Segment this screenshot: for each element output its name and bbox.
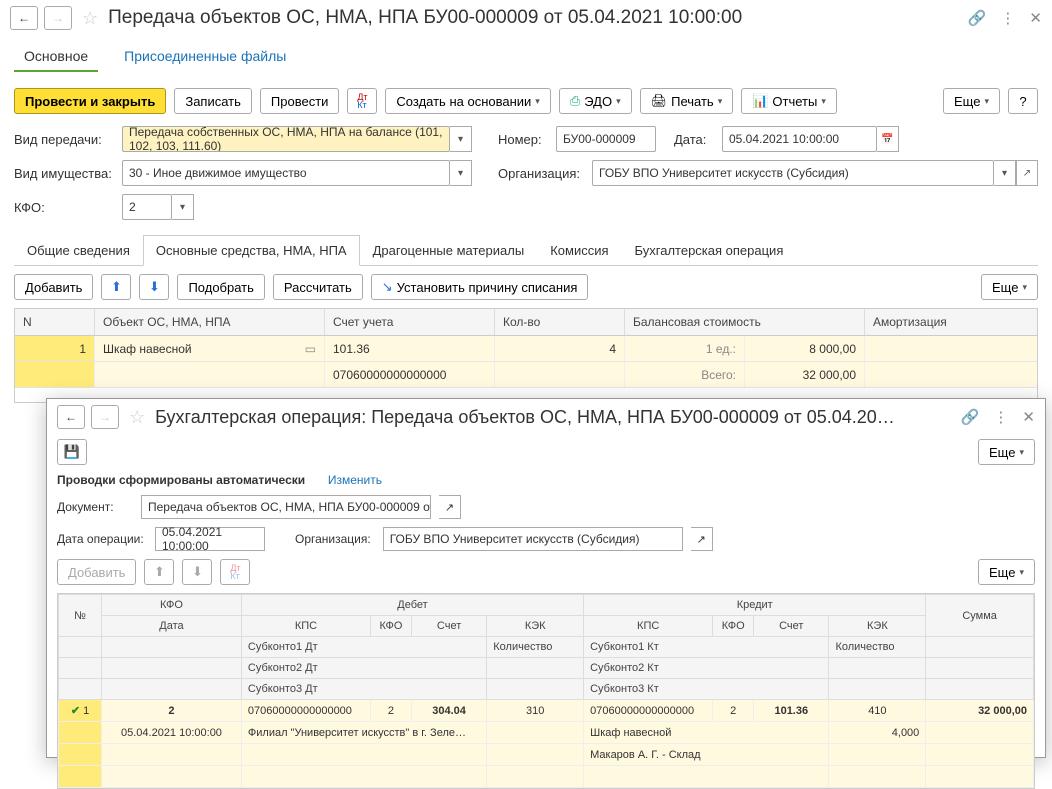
property-type-field[interactable]: 30 - Иное движимое имущество bbox=[122, 160, 450, 186]
sub-save-icon-button[interactable]: 💾 bbox=[57, 439, 87, 465]
sub-add-button: Добавить bbox=[57, 559, 136, 585]
sub-favorite-star-icon[interactable]: ☆ bbox=[129, 407, 145, 428]
sub-close-icon[interactable]: ✕ bbox=[1022, 408, 1035, 426]
entry-row[interactable]: 05.04.2021 10:00:00 Филиал "Университет … bbox=[59, 722, 1034, 744]
label-date: Дата: bbox=[674, 132, 714, 147]
entry-row[interactable] bbox=[59, 766, 1034, 788]
grid-row[interactable]: 1 Шкаф навесной▭ 101.36 4 1 ед.: 8 000,0… bbox=[15, 336, 1037, 362]
sub-org-field[interactable]: ГОБУ ВПО Университет искусств (Субсидия) bbox=[383, 527, 683, 551]
organization-dropdown[interactable]: ▾ bbox=[994, 160, 1016, 186]
sub-dtkt-button: ДтКт bbox=[220, 559, 250, 585]
kfo-dropdown[interactable]: ▾ bbox=[172, 194, 194, 220]
date-field[interactable]: 05.04.2021 10:00:00 bbox=[722, 126, 877, 152]
sub-page-title: Бухгалтерская операция: Передача объекто… bbox=[155, 407, 955, 428]
dt-kt-button[interactable]: ДтКт bbox=[347, 88, 377, 114]
organization-field[interactable]: ГОБУ ВПО Университет искусств (Субсидия) bbox=[592, 160, 994, 186]
change-link[interactable]: Изменить bbox=[328, 473, 382, 487]
save-button[interactable]: Записать bbox=[174, 88, 252, 114]
pick-button[interactable]: Подобрать bbox=[177, 274, 264, 300]
link-icon[interactable]: 🔗 bbox=[968, 9, 987, 27]
label-transfer-type: Вид передачи: bbox=[14, 132, 114, 147]
nav-forward-button[interactable]: → bbox=[44, 6, 72, 30]
sub-nav-back-button[interactable]: ← bbox=[57, 405, 85, 429]
tab-attached-files[interactable]: Присоединенные файлы bbox=[114, 42, 296, 72]
entry-row[interactable]: Макаров А. Г. - Склад bbox=[59, 744, 1034, 766]
label-number: Номер: bbox=[498, 132, 548, 147]
set-reason-button[interactable]: ↘ Установить причину списания bbox=[371, 274, 589, 300]
col-qty: Кол-во bbox=[495, 309, 625, 335]
organization-open-icon[interactable]: ↗ bbox=[1016, 160, 1038, 186]
help-button[interactable]: ? bbox=[1008, 88, 1038, 114]
entry-row[interactable]: ✔ 1 2 07060000000000000 2 304.04 310 070… bbox=[59, 700, 1034, 722]
label-kfo: КФО: bbox=[14, 200, 114, 215]
nav-back-button[interactable]: ← bbox=[10, 6, 38, 30]
grid-row[interactable]: 07060000000000000 Всего: 32 000,00 bbox=[15, 362, 1037, 388]
open-object-icon[interactable]: ▭ bbox=[305, 342, 316, 356]
sub-move-up-button: ⬆ bbox=[144, 559, 174, 585]
subtab-precious[interactable]: Драгоценные материалы bbox=[360, 235, 538, 266]
print-button[interactable]: 🖨 Печать bbox=[640, 88, 734, 114]
col-object: Объект ОС, НМА, НПА bbox=[95, 309, 325, 335]
page-title: Передача объектов ОС, НМА, НПА БУ00-0000… bbox=[108, 7, 962, 29]
entries-grid: № КФО Дебет Кредит Сумма Дата КПС КФО Сч… bbox=[57, 593, 1035, 789]
table-more-button[interactable]: Еще bbox=[981, 274, 1038, 300]
subtab-assets[interactable]: Основные средства, НМА, НПА bbox=[143, 235, 360, 266]
reports-button[interactable]: 📊 Отчеты bbox=[741, 88, 837, 114]
post-and-close-button[interactable]: Провести и закрыть bbox=[14, 88, 166, 114]
label-opdate: Дата операции: bbox=[57, 532, 147, 546]
kfo-field[interactable]: 2 bbox=[122, 194, 172, 220]
post-button[interactable]: Провести bbox=[260, 88, 340, 114]
create-based-button[interactable]: Создать на основании bbox=[385, 88, 550, 114]
sub-more-button[interactable]: Еще bbox=[978, 439, 1035, 465]
add-row-button[interactable]: Добавить bbox=[14, 274, 93, 300]
kebab-menu-icon[interactable]: ⋮ bbox=[1000, 9, 1015, 27]
date-picker-icon[interactable]: 📅 bbox=[877, 126, 899, 152]
col-n: N bbox=[15, 309, 95, 335]
label-sub-org: Организация: bbox=[295, 532, 371, 546]
assets-grid: N Объект ОС, НМА, НПА Счет учета Кол-во … bbox=[14, 308, 1038, 403]
more-button[interactable]: Еще bbox=[943, 88, 1000, 114]
col-amort: Амортизация bbox=[865, 309, 1037, 335]
label-property-type: Вид имущества: bbox=[14, 166, 114, 181]
move-up-button[interactable]: ⬆ bbox=[101, 274, 131, 300]
doc-field[interactable]: Передача объектов ОС, НМА, НПА БУ00-0000… bbox=[141, 495, 431, 519]
favorite-star-icon[interactable]: ☆ bbox=[82, 8, 98, 29]
move-down-button[interactable]: ⬇ bbox=[139, 274, 169, 300]
transfer-type-field[interactable]: Передача собственных ОС, НМА, НПА на бал… bbox=[122, 126, 450, 152]
property-type-dropdown[interactable]: ▾ bbox=[450, 160, 472, 186]
transfer-type-dropdown[interactable]: ▾ bbox=[450, 126, 472, 152]
sub-org-open-icon[interactable]: ↗ bbox=[691, 527, 713, 551]
sub-kebab-menu-icon[interactable]: ⋮ bbox=[993, 408, 1008, 426]
sub-table-more-button[interactable]: Еще bbox=[978, 559, 1035, 585]
subtab-accounting[interactable]: Бухгалтерская операция bbox=[622, 235, 797, 266]
label-doc: Документ: bbox=[57, 500, 133, 514]
col-account: Счет учета bbox=[325, 309, 495, 335]
sub-link-icon[interactable]: 🔗 bbox=[961, 408, 980, 426]
label-organization: Организация: bbox=[498, 166, 584, 181]
auto-entries-label: Проводки сформированы автоматически bbox=[57, 473, 305, 487]
calc-button[interactable]: Рассчитать bbox=[273, 274, 363, 300]
col-balance: Балансовая стоимость bbox=[625, 309, 865, 335]
sub-nav-forward-button[interactable]: → bbox=[91, 405, 119, 429]
subtab-general[interactable]: Общие сведения bbox=[14, 235, 143, 266]
subtab-commission[interactable]: Комиссия bbox=[537, 235, 621, 266]
sub-move-down-button: ⬇ bbox=[182, 559, 212, 585]
close-icon[interactable]: ✕ bbox=[1029, 9, 1042, 27]
tab-main[interactable]: Основное bbox=[14, 42, 98, 72]
edo-button[interactable]: ⎙ ЭДО bbox=[559, 88, 632, 114]
opdate-field[interactable]: 05.04.2021 10:00:00 bbox=[155, 527, 265, 551]
doc-open-icon[interactable]: ↗ bbox=[439, 495, 461, 519]
number-field[interactable]: БУ00-000009 bbox=[556, 126, 656, 152]
